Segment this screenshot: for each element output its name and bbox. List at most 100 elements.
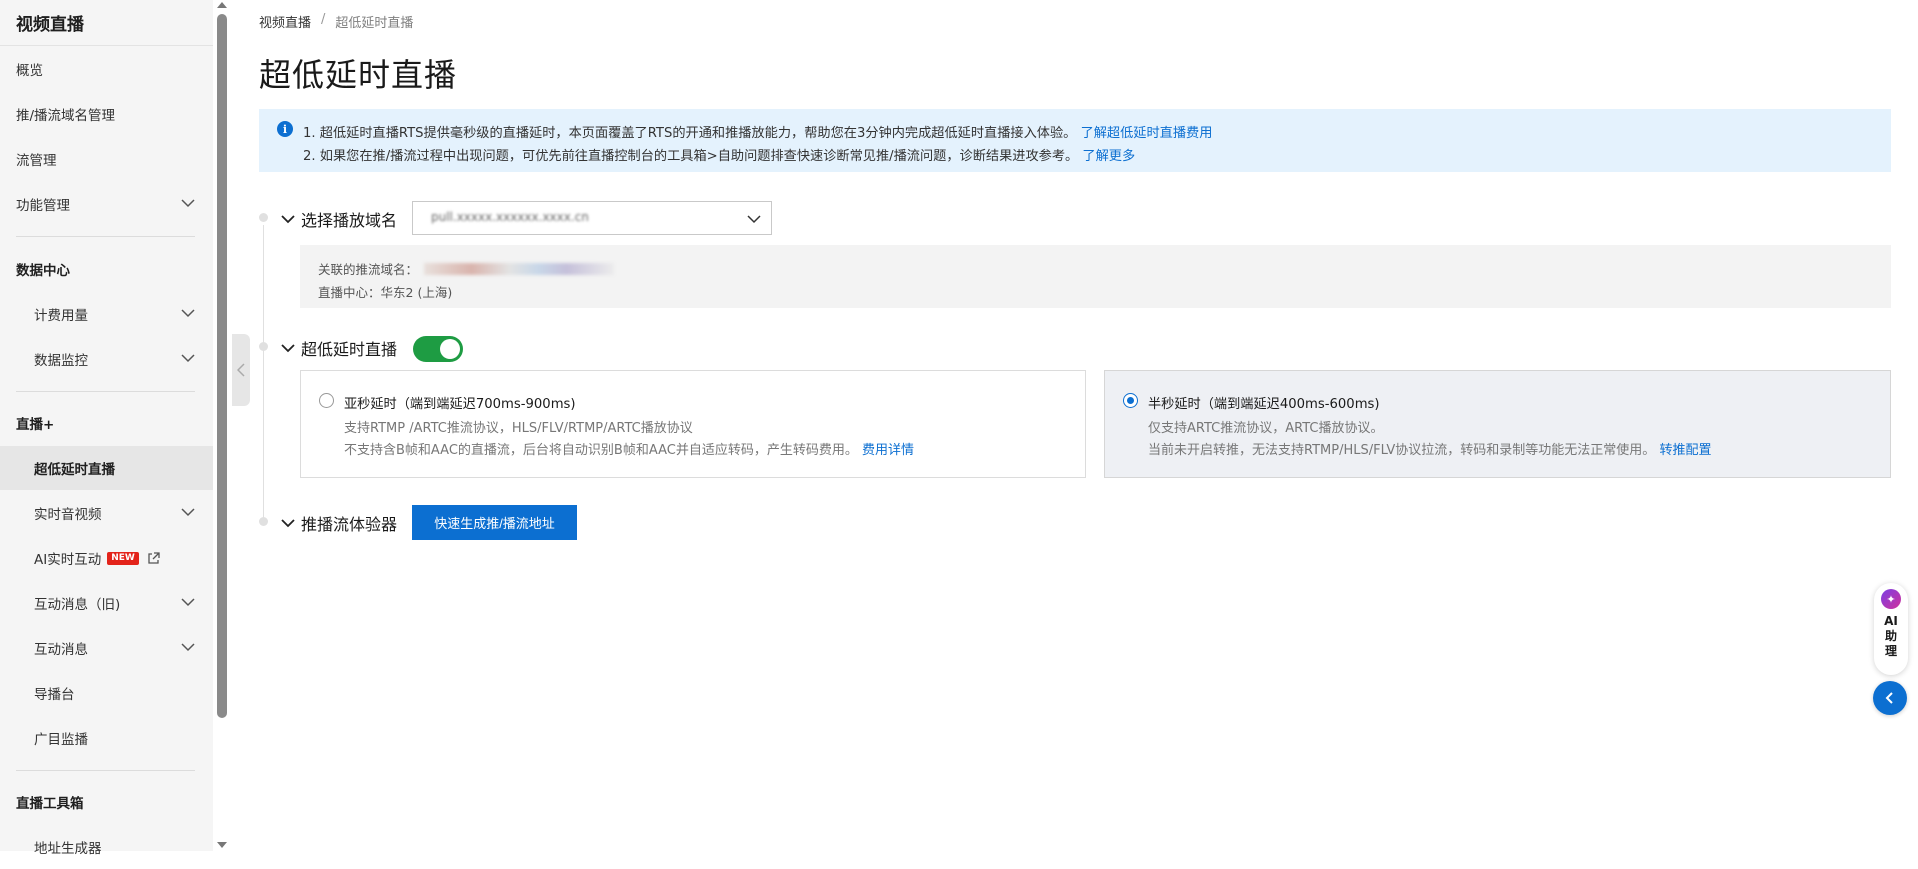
chevron-down-icon (281, 344, 295, 353)
chevron-left-icon (237, 363, 245, 377)
ai-panel-collapse-button[interactable] (1873, 681, 1907, 715)
sidebar-item-realtime-av[interactable]: 实时音视频 (0, 491, 213, 535)
sidebar-item-stream-management[interactable]: 流管理 (0, 137, 213, 181)
sidebar-item-label: 功能管理 (16, 198, 70, 214)
sidebar-collapse-toggle[interactable] (232, 334, 250, 406)
sidebar-item-label: 超低延时直播 (34, 462, 115, 478)
chevron-left-icon (1885, 692, 1893, 704)
section-rts-header[interactable]: 超低延时直播 (281, 336, 397, 360)
rts-pricing-link[interactable]: 了解超低延时直播费用 (1081, 126, 1213, 141)
timeline-dot (259, 342, 268, 351)
sidebar-item-ad-monitor[interactable]: 广目监播 (0, 716, 213, 760)
sidebar-item-feature-management[interactable]: 功能管理 (0, 182, 213, 226)
sidebar-item-label: 广目监播 (34, 732, 88, 748)
sidebar-item-interact-msg[interactable]: 互动消息 (0, 626, 213, 670)
sidebar-item-director[interactable]: 导播台 (0, 671, 213, 715)
push-domain-row: 关联的推流域名： (318, 259, 615, 278)
center-row: 直播中心： 华东2 (上海) (318, 282, 452, 301)
sidebar-item-data-monitor[interactable]: 数据监控 (0, 337, 213, 381)
notice-line-2: 2. 如果您在推/播流过程中出现问题，可优先前往直播控制台的工具箱>自助问题排查… (303, 145, 1135, 164)
option-title: 半秒延时（端到端延迟400ms-600ms) (1148, 397, 1380, 412)
info-icon: i (277, 121, 293, 137)
radio-subsecond[interactable] (319, 393, 334, 408)
sidebar-item-ai-interaction[interactable]: AI实时互动 NEW (0, 536, 213, 580)
ai-assistant-label: AI 助 理 (1874, 614, 1908, 659)
sidebar-group-live-plus: 直播+ (0, 401, 213, 445)
rts-toggle[interactable] (413, 336, 463, 362)
scroll-down-arrow-icon[interactable] (216, 840, 228, 850)
sidebar-group-toolbox: 直播工具箱 (0, 780, 213, 824)
push-domain-label: 关联的推流域名： (318, 262, 419, 277)
sidebar-item-label: 推/播流域名管理 (16, 108, 116, 124)
sidebar-group-label: 数据中心 (16, 263, 70, 279)
option-desc-row: 不支持含B帧和AAC的直播流，后台将自动识别B帧和AAC并自适应转码，产生转码费… (344, 439, 914, 458)
sidebar-item-label: 互动消息（旧) (34, 597, 121, 613)
section-tester-header[interactable]: 推播流体验器 (281, 511, 397, 535)
timeline-dot (259, 213, 268, 222)
chevron-down-icon (747, 215, 761, 224)
sidebar-item-label: AI实时互动 (34, 552, 102, 568)
breadcrumb-root[interactable]: 视频直播 (259, 12, 311, 31)
domain-info-box: 关联的推流域名： 直播中心： 华东2 (上海) (300, 245, 1891, 308)
sidebar-scrollbar-thumb[interactable] (217, 14, 227, 718)
sidebar-item-billing-usage[interactable]: 计费用量 (0, 292, 213, 336)
chevron-down-icon (181, 508, 195, 517)
sidebar-item-label: 计费用量 (34, 308, 88, 324)
option-desc-row: 当前未开启转推，无法支持RTMP/HLS/FLV协议拉流，转码和录制等功能无法正… (1148, 439, 1711, 458)
chevron-down-icon (281, 215, 295, 224)
play-domain-value: pull.xxxxx.xxxxxx.xxxx.cn (431, 210, 589, 224)
sidebar-item-rts[interactable]: 超低延时直播 (0, 446, 213, 490)
sidebar-group-label: 直播工具箱 (16, 796, 84, 812)
external-link-icon (148, 551, 160, 564)
play-domain-select[interactable]: pull.xxxxx.xxxxxx.xxxx.cn (412, 201, 772, 235)
breadcrumb-separator: / (321, 12, 326, 27)
option-desc: 仅支持ARTC推流协议，ARTC播放协议。 (1148, 421, 1384, 436)
sidebar-item-label: 流管理 (16, 153, 57, 169)
page-title: 超低延时直播 (259, 56, 458, 94)
sidebar-item-overview[interactable]: 概览 (0, 47, 213, 91)
notice-line-1: 1. 超低延时直播RTS提供毫秒级的直播延时，本页面覆盖了RTS的开通和推播放能… (303, 122, 1212, 141)
relay-config-link[interactable]: 转推配置 (1659, 443, 1711, 458)
sidebar-divider (16, 770, 195, 771)
new-badge: NEW (107, 551, 139, 565)
notice-text: 2. 如果您在推/播流过程中出现问题，可优先前往直播控制台的工具箱>自助问题排查… (303, 149, 1079, 164)
learn-more-link[interactable]: 了解更多 (1082, 149, 1135, 164)
center-label: 直播中心： (318, 285, 381, 300)
section-label: 推播流体验器 (301, 515, 398, 534)
sidebar-item-label: 互动消息 (34, 642, 88, 658)
section-domain-header[interactable]: 选择播放域名 (281, 207, 397, 231)
option-desc: 支持RTMP /ARTC推流协议，HLS/FLV/RTMP/ARTC播放协议 (344, 421, 693, 436)
sidebar-item-label: 实时音视频 (34, 507, 102, 523)
sidebar-item-domain-management[interactable]: 推/播流域名管理 (0, 92, 213, 136)
fee-details-link[interactable]: 费用详情 (862, 443, 914, 458)
option-card-subsecond[interactable]: 亚秒延时（端到端延迟700ms-900ms) 支持RTMP /ARTC推流协议，… (300, 370, 1086, 478)
info-notice: i 1. 超低延时直播RTS提供毫秒级的直播延时，本页面覆盖了RTS的开通和推播… (259, 109, 1891, 172)
sidebar-group-data-center: 数据中心 (0, 247, 213, 291)
sidebar: 视频直播 概览 推/播流域名管理 流管理 功能管理 数据中心 计费用量 数据监控… (0, 0, 213, 857)
sidebar-divider (16, 391, 195, 392)
timeline-dot (259, 517, 268, 526)
radio-halfsecond[interactable] (1123, 393, 1138, 408)
section-label: 选择播放域名 (301, 211, 398, 230)
scroll-up-arrow-icon[interactable] (216, 0, 228, 10)
timeline-line (263, 225, 264, 522)
notice-text: 1. 超低延时直播RTS提供毫秒级的直播延时，本页面覆盖了RTS的开通和推播放能… (303, 126, 1077, 141)
toggle-knob (440, 339, 460, 359)
sidebar-item-address-generator[interactable]: 地址生成器 (0, 825, 213, 869)
center-value: 华东2 (上海) (380, 285, 453, 300)
sidebar-group-label: 直播+ (16, 417, 55, 433)
chevron-down-icon (181, 354, 195, 363)
sidebar-item-interact-msg-old[interactable]: 互动消息（旧) (0, 581, 213, 625)
ai-assistant-button[interactable]: ✦ AI 助 理 (1874, 583, 1908, 675)
ai-assistant-label-text: AI 助 理 (1884, 614, 1898, 658)
sidebar-divider (16, 236, 195, 237)
option-desc: 当前未开启转推，无法支持RTMP/HLS/FLV协议拉流，转码和录制等功能无法正… (1148, 443, 1656, 458)
sidebar-item-label: 数据监控 (34, 353, 88, 369)
sidebar-divider (0, 45, 213, 46)
chevron-down-icon (181, 643, 195, 652)
sidebar-item-label: 导播台 (34, 687, 75, 703)
generate-address-button[interactable]: 快速生成推/播流地址 (412, 505, 577, 540)
option-card-halfsecond[interactable]: 半秒延时（端到端延迟400ms-600ms) 仅支持ARTC推流协议，ARTC播… (1104, 370, 1891, 478)
option-desc: 不支持含B帧和AAC的直播流，后台将自动识别B帧和AAC并自适应转码，产生转码费… (344, 443, 858, 458)
chevron-down-icon (181, 199, 195, 208)
